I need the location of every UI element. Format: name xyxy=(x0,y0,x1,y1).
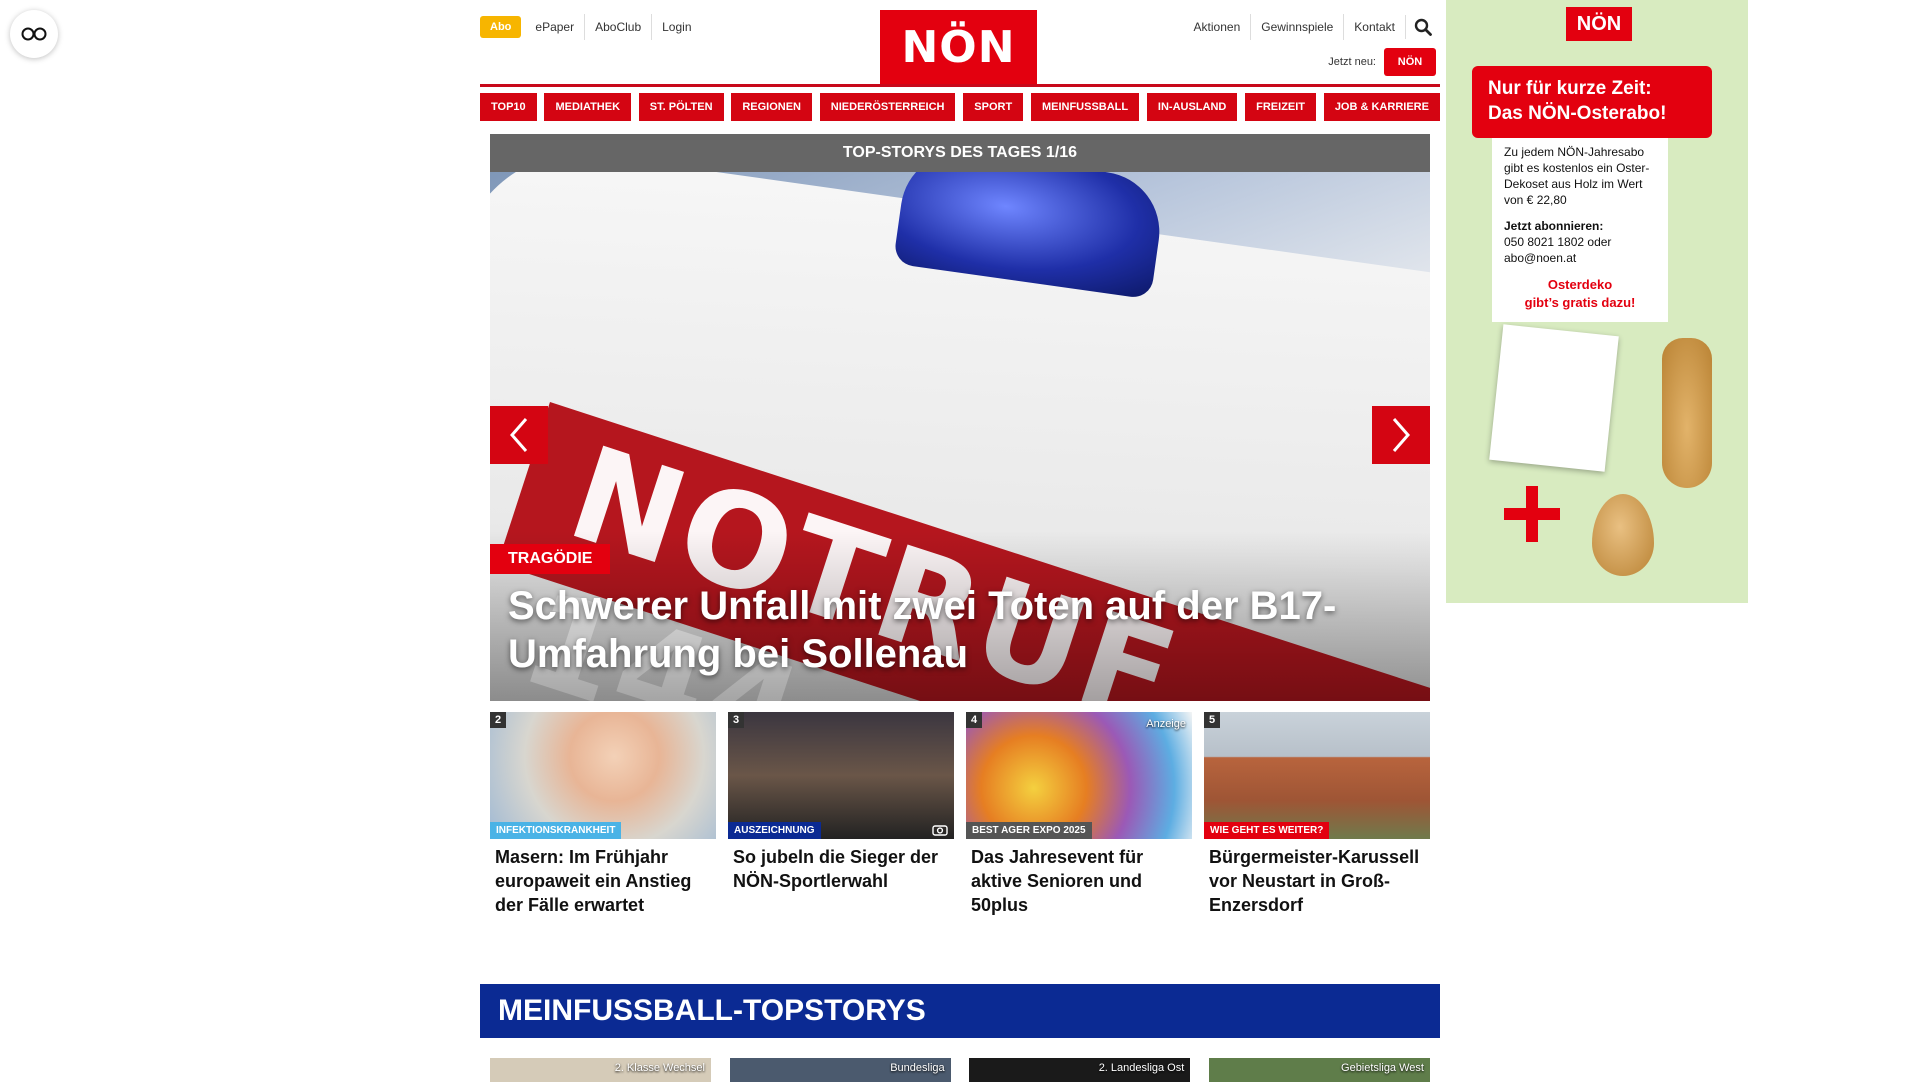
nav-item-st-poelten[interactable]: ST. PÖLTEN xyxy=(638,93,724,121)
meinfussball-card-label: 2. Klasse Wechsel xyxy=(614,1062,705,1074)
plus-icon xyxy=(1504,486,1560,542)
story-cards: 2 INFEKTIONSKRANKHEIT Masern: Im Frühjah… xyxy=(490,712,1430,917)
chevron-left-icon xyxy=(510,418,528,452)
story-card[interactable]: 2 INFEKTIONSKRANKHEIT Masern: Im Frühjah… xyxy=(490,712,716,917)
story-title[interactable]: So jubeln die Sieger der NÖN-Sportlerwah… xyxy=(728,839,954,893)
story-title[interactable]: Masern: Im Frühjahr europaweit ein Ansti… xyxy=(490,839,716,917)
story-image[interactable]: 2 INFEKTIONSKRANKHEIT xyxy=(490,712,716,839)
newspaper-stack-image xyxy=(1489,324,1619,472)
slider-prev-button[interactable] xyxy=(490,406,548,464)
aktionen-link[interactable]: Aktionen xyxy=(1184,14,1251,40)
ad-body-text: Zu jedem NÖN-Jahresabo gibt es kostenlos… xyxy=(1504,145,1650,207)
slide-image[interactable]: NOTRUF 144 TRAGÖDIE Schwerer Unfall mit … xyxy=(490,172,1430,701)
slider-header: TOP-STORYS DES TAGES 1/16 xyxy=(490,134,1430,172)
meinfussball-stories: 2. Klasse Wechsel Bundesliga 2. Landesli… xyxy=(490,1058,1430,1082)
story-tag[interactable]: WIE GEHT ES WEITER? xyxy=(1204,822,1330,839)
nav-item-regionen[interactable]: REGIONEN xyxy=(731,93,813,121)
gewinnspiele-link[interactable]: Gewinnspiele xyxy=(1250,14,1343,40)
meinfussball-card[interactable]: Gebietsliga West xyxy=(1208,1058,1430,1082)
story-number: 2 xyxy=(490,712,506,728)
nav-item-niederoesterreich[interactable]: NIEDERÖSTERREICH xyxy=(819,93,956,121)
story-image[interactable]: 3 AUSZEICHNUNG xyxy=(728,712,954,839)
ad-headline-line-2: Das NÖN-Osterabo! xyxy=(1488,103,1667,124)
story-image[interactable]: 5 WIE GEHT ES WEITER? xyxy=(1204,712,1430,839)
jetzt-neu-label: Jetzt neu: xyxy=(1328,56,1376,68)
story-card[interactable]: 5 WIE GEHT ES WEITER? Bürgermeister-Karu… xyxy=(1204,712,1430,917)
nav-item-mediathek[interactable]: MEDIATHEK xyxy=(544,93,632,121)
search-icon[interactable] xyxy=(1405,15,1440,39)
camera-icon xyxy=(932,825,948,836)
nav-item-in-ausland[interactable]: IN-AUSLAND xyxy=(1146,93,1238,121)
story-image[interactable]: 4 Anzeige BEST AGER EXPO 2025 xyxy=(966,712,1192,839)
advert-label: Anzeige xyxy=(1146,718,1186,730)
story-card[interactable]: 3 AUSZEICHNUNG So jubeln die Sieger der … xyxy=(728,712,954,917)
story-number: 5 xyxy=(1204,712,1220,728)
meinfussball-card[interactable]: 2. Landesliga Ost xyxy=(969,1058,1191,1082)
top-stories-slider: TOP-STORYS DES TAGES 1/16 NOTRUF 144 TRA… xyxy=(490,134,1430,701)
utility-links-left: Abo ePaper AboClub Login xyxy=(480,14,702,40)
accessibility-toggle-button[interactable] xyxy=(10,10,58,58)
site-header: Abo ePaper AboClub Login NÖN Aktionen Ge… xyxy=(480,0,1440,87)
nav-item-job-karriere[interactable]: JOB & KARRIERE xyxy=(1323,93,1440,121)
jetzt-neu: Jetzt neu: NÖN xyxy=(1328,48,1436,76)
ad-gift-line-1: Osterdeko xyxy=(1547,277,1613,292)
nav-item-sport[interactable]: SPORT xyxy=(963,93,1024,121)
story-tag[interactable]: INFEKTIONSKRANKHEIT xyxy=(490,822,622,839)
nav-item-freizeit[interactable]: FREIZEIT xyxy=(1245,93,1317,121)
story-title[interactable]: Das Jahresevent für aktive Senioren und … xyxy=(966,839,1192,917)
ad-logo: NÖN xyxy=(1566,7,1632,41)
site-logo[interactable]: NÖN xyxy=(880,10,1037,84)
meinfussball-card-label: Gebietsliga West xyxy=(1341,1062,1424,1074)
nav-item-top10[interactable]: TOP10 xyxy=(480,93,537,121)
ad-headline: Nur für kurze Zeit: Das NÖN-Osterabo! xyxy=(1472,66,1712,138)
utility-links-right: Aktionen Gewinnspiele Kontakt xyxy=(1184,14,1440,40)
main-page: Abo ePaper AboClub Login NÖN Aktionen Ge… xyxy=(480,0,1440,1082)
osterabo-advertisement[interactable]: NÖN Nur für kurze Zeit: Das NÖN-Osterabo… xyxy=(1446,0,1748,603)
story-card[interactable]: 4 Anzeige BEST AGER EXPO 2025 Das Jahres… xyxy=(966,712,1192,917)
glasses-icon xyxy=(21,27,47,41)
nav-item-meinfussball[interactable]: MEINFUSSBALL xyxy=(1030,93,1140,121)
abo-button[interactable]: Abo xyxy=(480,16,522,38)
ad-cta-title: Jetzt abonnieren: xyxy=(1504,219,1604,233)
aboclub-link[interactable]: AboClub xyxy=(584,14,651,40)
login-link[interactable]: Login xyxy=(651,14,701,40)
slide-title[interactable]: Schwerer Unfall mit zwei Toten auf der B… xyxy=(508,582,1370,678)
meinfussball-card-label: Bundesliga xyxy=(890,1062,945,1074)
story-number: 4 xyxy=(966,712,982,728)
ad-gift-note: Osterdeko gibt’s gratis dazu! xyxy=(1492,276,1668,312)
meinfussball-card[interactable]: 2. Klasse Wechsel xyxy=(490,1058,711,1082)
meinfussball-section-title[interactable]: MEINFUSSBALL-TOPSTORYS xyxy=(480,984,1440,1038)
slide-category-tag[interactable]: TRAGÖDIE xyxy=(490,544,611,574)
kontakt-link[interactable]: Kontakt xyxy=(1343,14,1405,40)
main-navigation: TOP10 MEDIATHEK ST. PÖLTEN REGIONEN NIED… xyxy=(480,93,1440,121)
epaper-link[interactable]: ePaper xyxy=(525,14,584,40)
chevron-right-icon xyxy=(1392,418,1410,452)
story-tag[interactable]: BEST AGER EXPO 2025 xyxy=(966,822,1092,839)
noe-kids-logo[interactable]: NÖN xyxy=(1384,48,1436,76)
story-number: 3 xyxy=(728,712,744,728)
story-title[interactable]: Bürgermeister-Karussell vor Neustart in … xyxy=(1204,839,1430,917)
meinfussball-card-label: 2. Landesliga Ost xyxy=(1098,1062,1185,1074)
slider-next-button[interactable] xyxy=(1372,406,1430,464)
meinfussball-card[interactable]: Bundesliga xyxy=(729,1058,951,1082)
wooden-bunny-image xyxy=(1662,338,1712,488)
ad-headline-line-1: Nur für kurze Zeit: xyxy=(1488,78,1652,99)
ad-cta-text: 050 8021 1802 oder abo@noen.at xyxy=(1504,235,1612,265)
wooden-egg-image xyxy=(1592,494,1654,576)
story-tag[interactable]: AUSZEICHNUNG xyxy=(728,822,821,839)
ad-gift-line-2: gibt’s gratis dazu! xyxy=(1524,295,1636,310)
